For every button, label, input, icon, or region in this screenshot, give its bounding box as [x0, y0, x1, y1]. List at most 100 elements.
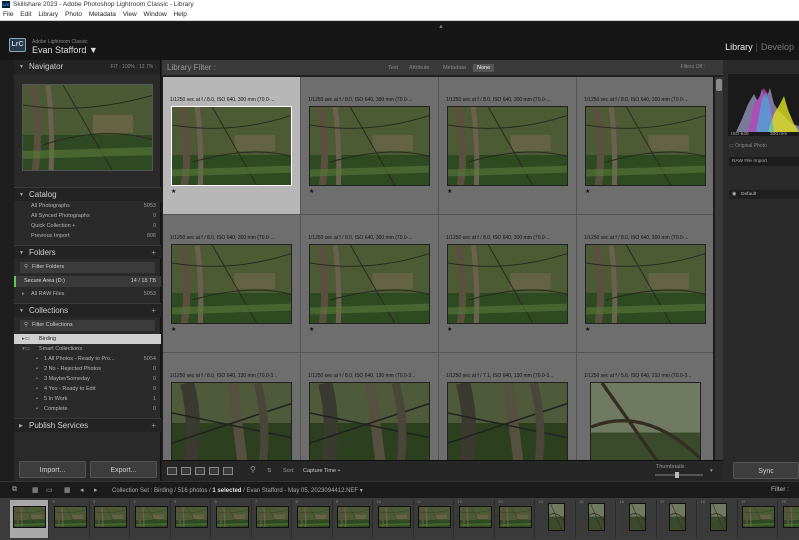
volume-secure-area[interactable]: Secure Area (D:) 14 / 18 TB	[14, 276, 161, 287]
cell-thumbnail[interactable]	[585, 106, 706, 186]
filmstrip-thumb[interactable]: 19	[739, 499, 778, 538]
filmstrip-thumb[interactable]: 18	[698, 499, 738, 538]
collection-item[interactable]: ▪ 4 Yes - Ready to Edit 0	[14, 384, 161, 394]
thumbnail-size-slider[interactable]	[655, 472, 703, 478]
filter-collections-field[interactable]: ⚲ Filter Collections	[20, 320, 155, 331]
filter-text-option[interactable]: Text	[384, 64, 402, 72]
collections-header[interactable]: ▼ Collections +	[14, 303, 161, 317]
forward-icon[interactable]: ▸	[94, 486, 98, 494]
filmstrip-thumb[interactable]: 12	[455, 499, 495, 538]
filter-attribute-option[interactable]: Attribute	[405, 64, 433, 72]
grid-cell[interactable]: 1/1250 sec at f / 5.6, ISO 640, 210 mm (…	[577, 353, 713, 460]
folders-header[interactable]: ▼ Folders +	[14, 245, 161, 259]
menu-file[interactable]: File	[3, 11, 13, 18]
collapse-triangle-icon[interactable]: ▼	[19, 188, 24, 202]
grid-cell[interactable]: 1/1250 sec at f / 8.0, ISO 640, 300 mm (…	[163, 77, 301, 215]
raw-import-select[interactable]: RAW File Import	[729, 157, 799, 166]
filmstrip-thumb[interactable]: 4	[131, 499, 171, 538]
filmstrip-thumb[interactable]: 15	[577, 499, 616, 538]
filter-none-option[interactable]: None	[473, 64, 495, 72]
cell-thumbnail[interactable]	[171, 106, 292, 186]
histogram[interactable]	[728, 74, 799, 136]
collapse-triangle-icon[interactable]: ▼	[19, 246, 24, 260]
grid-cell[interactable]: 1/1250 sec at f / 7.1, ISO 640, 130 mm (…	[439, 353, 577, 460]
filmstrip-thumb[interactable]: 3	[91, 499, 130, 538]
survey-view-icon[interactable]	[209, 467, 219, 475]
module-library[interactable]: Library	[725, 42, 753, 52]
menu-view[interactable]: View	[123, 11, 137, 18]
collapse-triangle-icon[interactable]: ▶	[19, 419, 23, 433]
secondary-display-icon[interactable]: ⧉	[12, 486, 17, 494]
filmstrip-thumb[interactable]: 5	[172, 499, 211, 538]
catalog-item[interactable]: Quick Collection + 0	[14, 221, 161, 231]
add-collection-icon[interactable]: +	[151, 304, 156, 318]
menu-window[interactable]: Window	[144, 11, 167, 18]
menu-metadata[interactable]: Metadata	[89, 11, 116, 18]
publish-services-header[interactable]: ▶ Publish Services +	[14, 418, 161, 432]
grid-cell[interactable]: 1/1250 sec at f / 8.0, ISO 640, 300 mm (…	[577, 77, 713, 215]
second-window-icon[interactable]: ▭	[46, 486, 53, 494]
cell-thumbnail[interactable]	[309, 244, 430, 324]
navigator-zoom-levels[interactable]: FIT : 100% : 12.7% :	[111, 60, 157, 74]
filmstrip-thumb[interactable]: 16	[617, 499, 657, 538]
star-rating-icon[interactable]: ★	[171, 188, 176, 195]
filmstrip-thumb[interactable]: 9	[334, 499, 373, 538]
grid-cell[interactable]: 1/1250 sec at f / 8.0, ISO 640, 300 mm (…	[163, 215, 301, 353]
loupe-view-icon[interactable]	[181, 467, 191, 475]
sort-select[interactable]: Capture Time ÷	[303, 468, 341, 474]
grid-cell[interactable]: 1/1250 sec at f / 8.0, ISO 640, 300 mm (…	[301, 77, 439, 215]
painter-icon[interactable]: ⚲	[250, 465, 256, 474]
grid-icon[interactable]: ▦	[32, 486, 39, 494]
filmstrip-thumb[interactable]: 14	[536, 499, 576, 538]
menu-edit[interactable]: Edit	[20, 11, 31, 18]
filmstrip-thumb[interactable]: 10	[374, 499, 414, 538]
star-rating-icon[interactable]: ★	[309, 188, 314, 195]
filmstrip-thumb[interactable]: 17	[658, 499, 697, 538]
collection-item-smart[interactable]: ▾▭ Smart Collections	[14, 344, 161, 354]
cell-thumbnail[interactable]	[309, 382, 430, 460]
star-rating-icon[interactable]: ★	[171, 326, 176, 333]
import-button[interactable]: Import...	[19, 461, 86, 478]
filmstrip-filter-label[interactable]: Filter :	[771, 486, 789, 493]
grid-view-icon[interactable]	[167, 467, 177, 475]
cell-thumbnail[interactable]	[585, 244, 706, 324]
sort-direction-icon[interactable]: ⇅	[267, 468, 272, 474]
cell-thumbnail[interactable]	[171, 382, 292, 460]
cell-thumbnail[interactable]	[447, 382, 568, 460]
export-button[interactable]: Export...	[90, 461, 157, 478]
toolbar-menu-icon[interactable]: ▾	[710, 468, 713, 474]
add-publish-service-icon[interactable]: +	[151, 419, 156, 433]
grid-cell[interactable]: 1/1250 sec at f / 8.0, ISO 640, 300 mm (…	[577, 215, 713, 353]
star-rating-icon[interactable]: ★	[447, 326, 452, 333]
filmstrip-source-path[interactable]: Collection Set : Birding / 516 photos / …	[112, 487, 363, 494]
filmstrip-thumb[interactable]: 13	[496, 499, 535, 538]
grid-cell[interactable]: 1/1250 sec at f / 8.0, ISO 640, 130 mm (…	[301, 353, 439, 460]
sync-button[interactable]: Sync	[733, 462, 799, 479]
collapse-triangle-icon[interactable]: ▼	[19, 304, 24, 318]
top-panel-toggle-icon[interactable]: ▲	[438, 24, 444, 30]
filmstrip-thumb[interactable]: 1	[10, 499, 49, 538]
cell-thumbnail[interactable]	[447, 106, 568, 186]
cell-thumbnail[interactable]	[309, 106, 430, 186]
add-folder-icon[interactable]: +	[151, 246, 156, 260]
filmstrip-thumb[interactable]: 2	[50, 499, 90, 538]
filmstrip-thumb[interactable]: 7	[253, 499, 292, 538]
cell-thumbnail[interactable]	[171, 244, 292, 324]
navigator-preview[interactable]	[22, 84, 153, 171]
star-rating-icon[interactable]: ★	[309, 326, 314, 333]
folder-item[interactable]: ▸ All RAW Files 5053	[14, 289, 161, 299]
filters-off-status[interactable]: Filters Off :	[681, 64, 705, 70]
navigator-header[interactable]: ▼ Navigator FIT : 100% : 12.7% :	[14, 60, 160, 74]
grid-mode-icon[interactable]: ▦	[64, 486, 71, 494]
collection-item-birding[interactable]: ▸▭ Birding	[14, 334, 161, 344]
collection-item[interactable]: ▪ 3 Maybe/Someday 0	[14, 374, 161, 384]
filmstrip-thumb[interactable]: 6	[212, 499, 252, 538]
menu-help[interactable]: Help	[173, 11, 186, 18]
menu-photo[interactable]: Photo	[65, 11, 82, 18]
quick-develop-preset[interactable]: ◉ Default	[729, 190, 799, 199]
identity-user[interactable]: Evan Stafford ▼	[32, 45, 98, 55]
people-view-icon[interactable]	[223, 467, 233, 475]
collection-item[interactable]: ▪ Complete 0	[14, 404, 161, 414]
grid-cell[interactable]: 1/1250 sec at f / 8.0, ISO 640, 300 mm (…	[301, 215, 439, 353]
compare-view-icon[interactable]	[195, 467, 205, 475]
